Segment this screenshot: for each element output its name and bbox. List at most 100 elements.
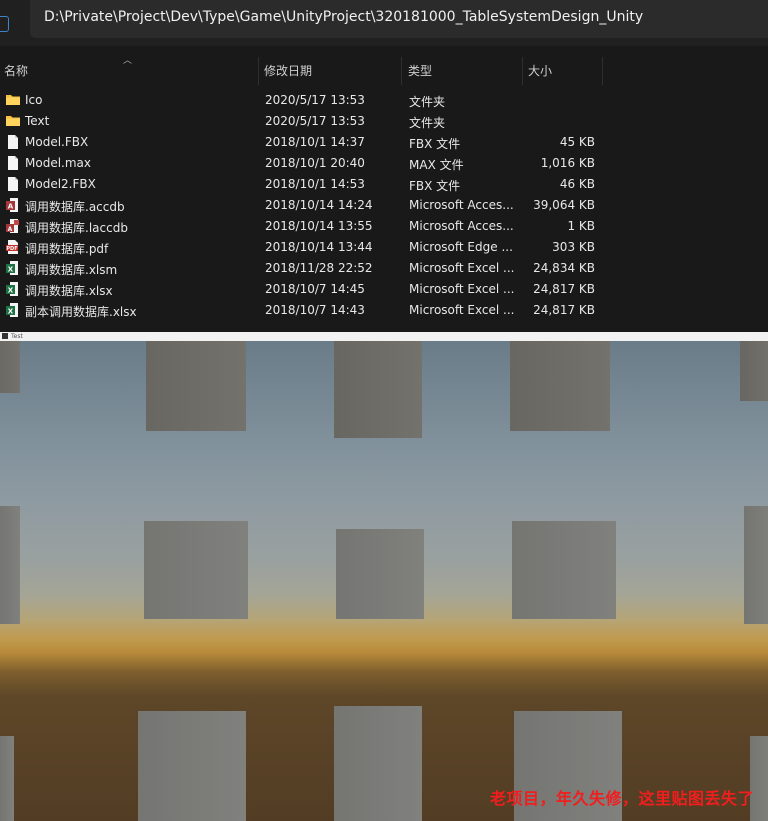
untextured-cube	[744, 506, 768, 624]
svg-text:PDF: PDF	[6, 246, 17, 252]
file-name: Model2.FBX	[25, 177, 96, 191]
file-row[interactable]: A 调用数据库.accdb 2018/10/14 14:24 Microsoft Ac…	[0, 195, 768, 216]
file-type: Microsoft Acces...	[409, 198, 514, 212]
svg-text:X: X	[8, 287, 14, 295]
game-window-titlebar[interactable]: Test	[0, 332, 768, 341]
file-row[interactable]: Model.FBX 2018/10/1 14:37 FBX 文件 45 KB	[0, 132, 768, 153]
untextured-cube	[334, 706, 422, 821]
file-row[interactable]: A 调用数据库.laccdb 2018/10/14 13:55 Microsoft A…	[0, 216, 768, 237]
file-date: 2018/10/7 14:45	[265, 282, 365, 296]
file-list: Ico 2020/5/17 13:53 文件夹 Text 2020/5/17 13:53…	[0, 90, 768, 321]
file-date: 2018/10/7 14:43	[265, 303, 365, 317]
file-name: Model.FBX	[25, 135, 89, 149]
file-row[interactable]: Text 2020/5/17 13:53 文件夹	[0, 111, 768, 132]
folder-icon	[5, 92, 21, 108]
file-type: Microsoft Edge ...	[409, 240, 513, 254]
file-row[interactable]: Model.max 2018/10/1 20:40 MAX 文件 1,016 KB	[0, 153, 768, 174]
column-size[interactable]: 大小	[524, 57, 603, 85]
nav-icon	[0, 16, 9, 32]
svg-text:A: A	[8, 203, 14, 211]
file-name: Text	[25, 114, 50, 128]
file-size: 39,064 KB	[533, 198, 595, 212]
file-size: 46 KB	[559, 177, 595, 191]
address-bar[interactable]: D:\Private\Project\Dev\Type\Game\UnityPr…	[30, 0, 768, 38]
file-size: 1 KB	[567, 219, 595, 233]
file-name: 副本调用数据库.xlsx	[25, 305, 137, 319]
file-date: 2020/5/17 13:53	[265, 93, 365, 107]
caption-text: 老项目，年久失修，这里贴图丢失了	[489, 789, 754, 808]
svg-text:X: X	[8, 266, 14, 274]
file-row[interactable]: X 调用数据库.xlsx 2018/10/7 14:45 Microsoft Exce…	[0, 279, 768, 300]
file-icon	[5, 176, 21, 192]
nav-button[interactable]	[0, 0, 28, 46]
file-icon	[5, 134, 21, 150]
folder-icon	[5, 113, 21, 129]
pdf-icon: PDF	[5, 239, 21, 255]
address-path[interactable]: D:\Private\Project\Dev\Type\Game\UnityPr…	[44, 9, 643, 25]
svg-text:A: A	[8, 226, 13, 233]
file-date: 2018/10/1 20:40	[265, 156, 365, 170]
untextured-cube	[0, 736, 14, 821]
file-type: 文件夹	[409, 95, 446, 109]
file-size: 45 KB	[559, 135, 595, 149]
file-size: 24,817 KB	[533, 303, 595, 317]
file-explorer: D:\Private\Project\Dev\Type\Game\UnityPr…	[0, 0, 768, 330]
address-bar-area: D:\Private\Project\Dev\Type\Game\UnityPr…	[0, 0, 768, 46]
game-window-title: Test	[11, 333, 23, 340]
file-type: Microsoft Acces...	[409, 219, 514, 233]
column-type[interactable]: 类型	[404, 57, 523, 85]
column-name[interactable]: 名称	[0, 57, 259, 85]
file-type: MAX 文件	[409, 158, 464, 172]
column-date[interactable]: 修改日期	[260, 57, 402, 85]
file-type: Microsoft Excel ...	[409, 282, 515, 296]
untextured-cube	[138, 711, 246, 821]
untextured-cube	[0, 506, 20, 624]
file-name: 调用数据库.xlsx	[25, 284, 113, 298]
untextured-cube	[512, 521, 616, 619]
file-icon	[5, 155, 21, 171]
excel-icon: X	[5, 260, 21, 276]
file-date: 2018/11/28 22:52	[265, 261, 373, 275]
untextured-cube	[144, 521, 248, 619]
file-date: 2018/10/1 14:37	[265, 135, 365, 149]
file-name: 调用数据库.laccdb	[25, 221, 128, 235]
file-row[interactable]: PDF 调用数据库.pdf 2018/10/14 13:44 Microsoft Ed…	[0, 237, 768, 258]
file-date: 2018/10/1 14:53	[265, 177, 365, 191]
untextured-cube	[334, 341, 422, 438]
file-row[interactable]: Model2.FBX 2018/10/1 14:53 FBX 文件 46 KB	[0, 174, 768, 195]
file-size: 24,834 KB	[533, 261, 595, 275]
file-name: Model.max	[25, 156, 91, 170]
file-date: 2018/10/14 14:24	[265, 198, 373, 212]
untextured-cube	[740, 341, 768, 401]
file-type: 文件夹	[409, 116, 446, 130]
game-viewport[interactable]: 老项目，年久失修，这里贴图丢失了	[0, 341, 768, 821]
file-row[interactable]: X 副本调用数据库.xlsx 2018/10/7 14:43 Microsoft Ex…	[0, 300, 768, 321]
file-type: Microsoft Excel ...	[409, 261, 515, 275]
file-size: 1,016 KB	[540, 156, 595, 170]
column-header: ︿ 名称 修改日期 类型 大小	[0, 56, 768, 85]
untextured-cube	[510, 341, 610, 431]
untextured-cube	[0, 341, 20, 393]
excel-icon: X	[5, 302, 21, 318]
file-date: 2018/10/14 13:44	[265, 240, 373, 254]
excel-icon: X	[5, 281, 21, 297]
file-type: Microsoft Excel ...	[409, 303, 515, 317]
unity-icon	[2, 333, 8, 339]
file-type: FBX 文件	[409, 179, 461, 193]
access-lock-icon: A	[5, 218, 21, 234]
file-date: 2018/10/14 13:55	[265, 219, 373, 233]
file-type: FBX 文件	[409, 137, 461, 151]
untextured-cube	[336, 529, 424, 619]
access-icon: A	[5, 197, 21, 213]
untextured-cube	[146, 341, 246, 431]
file-size: 303 KB	[552, 240, 595, 254]
file-name: 调用数据库.xlsm	[25, 263, 118, 277]
file-size: 24,817 KB	[533, 282, 595, 296]
file-name: Ico	[25, 93, 43, 107]
file-row[interactable]: Ico 2020/5/17 13:53 文件夹	[0, 90, 768, 111]
file-date: 2020/5/17 13:53	[265, 114, 365, 128]
file-name: 调用数据库.accdb	[25, 200, 125, 214]
file-name: 调用数据库.pdf	[25, 242, 109, 256]
file-row[interactable]: X 调用数据库.xlsm 2018/11/28 22:52 Microsoft Exc…	[0, 258, 768, 279]
svg-text:X: X	[8, 308, 14, 316]
